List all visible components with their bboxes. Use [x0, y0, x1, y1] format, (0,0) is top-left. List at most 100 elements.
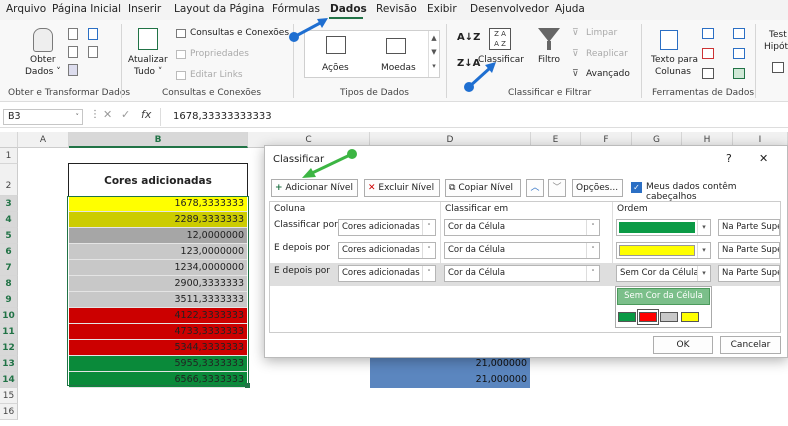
order-color-select[interactable]: ▾: [616, 219, 711, 236]
copy-level-button[interactable]: ⧉ Copiar Nível: [445, 179, 521, 197]
position-select[interactable]: Na Parte Supe: [718, 265, 780, 282]
coluna-header: Coluna: [274, 204, 306, 214]
text-to-columns-icon: [660, 30, 678, 50]
menu-inserir[interactable]: Inserir: [128, 3, 161, 15]
sort-on-select[interactable]: Cor da Célula ˅: [444, 265, 600, 282]
relationships-icon[interactable]: [733, 48, 745, 59]
cell-d13[interactable]: 21,000000: [370, 356, 530, 372]
menu-layout[interactable]: Layout da Página: [174, 3, 264, 15]
consolidate-icon[interactable]: [733, 28, 745, 39]
dropdown-swatch-red[interactable]: [639, 312, 657, 322]
web-icon[interactable]: [88, 28, 98, 40]
texto-para-label[interactable]: Texto para: [651, 55, 698, 65]
row-header[interactable]: 5: [0, 228, 18, 244]
colunas-label[interactable]: Colunas: [655, 67, 691, 77]
recent-sources-icon[interactable]: [88, 46, 98, 58]
hipotese-label[interactable]: Hipót: [764, 42, 788, 52]
avancado-button[interactable]: Avançado: [586, 69, 630, 79]
menu-pagina-inicial[interactable]: Página Inicial: [52, 3, 121, 15]
table-icon[interactable]: [68, 46, 78, 58]
reaplicar-button[interactable]: Reaplicar: [586, 49, 628, 59]
sort-az-icon[interactable]: A↓Z: [457, 32, 480, 43]
cancel-button[interactable]: Cancelar: [720, 336, 781, 354]
move-up-button[interactable]: ︿: [526, 179, 544, 197]
teste-label[interactable]: Test: [769, 30, 787, 40]
flash-fill-icon[interactable]: [702, 28, 714, 39]
row-header[interactable]: 2: [0, 164, 18, 196]
menu-ajuda[interactable]: Ajuda: [555, 3, 585, 15]
name-box[interactable]: B3 ˅: [3, 109, 83, 125]
data-validation-icon[interactable]: [702, 68, 714, 79]
menu-revisao[interactable]: Revisão: [376, 3, 417, 15]
dropdown-option-no-color[interactable]: Sem Cor da Célula: [617, 288, 710, 305]
acoes-button[interactable]: Ações: [322, 63, 349, 73]
existing-connections-icon[interactable]: [68, 64, 78, 76]
moedas-button[interactable]: Moedas: [381, 63, 416, 73]
text-file-icon[interactable]: [68, 28, 78, 40]
headers-checkbox[interactable]: ✓: [631, 182, 642, 193]
row-header[interactable]: 6: [0, 244, 18, 260]
header-cell-b2[interactable]: Cores adicionadas manualmente: [68, 163, 248, 221]
row-header[interactable]: 12: [0, 340, 18, 356]
position-select[interactable]: Na Parte Supe: [718, 219, 780, 236]
row-header[interactable]: 14: [0, 372, 18, 388]
row-header[interactable]: 8: [0, 276, 18, 292]
group-separator: [755, 24, 756, 98]
select-all-corner[interactable]: [0, 132, 18, 148]
row-header[interactable]: 15: [0, 388, 18, 404]
dropdown-swatch-green[interactable]: [618, 312, 636, 322]
help-button[interactable]: ?: [726, 152, 732, 165]
column-header-a[interactable]: A: [18, 132, 69, 148]
sort-on-select[interactable]: Cor da Célula ˅: [444, 242, 600, 259]
ok-button[interactable]: OK: [653, 336, 713, 354]
row-header[interactable]: 16: [0, 404, 18, 420]
limpar-button[interactable]: Limpar: [586, 28, 617, 38]
editar-links-button[interactable]: Editar Links: [190, 70, 243, 80]
fill-handle[interactable]: [245, 383, 250, 388]
propriedades-button[interactable]: Propriedades: [190, 49, 249, 59]
close-button[interactable]: ✕: [759, 152, 768, 165]
data-model-icon[interactable]: [733, 68, 745, 79]
atualizar-label2[interactable]: Tudo ˅: [134, 67, 162, 77]
move-down-button[interactable]: ﹀: [548, 179, 566, 197]
filtro-button[interactable]: Filtro: [538, 55, 560, 65]
chevron-down-icon[interactable]: ˅: [76, 110, 80, 124]
consultas-button[interactable]: Consultas e Conexões: [190, 28, 289, 38]
column-header-b[interactable]: B: [69, 132, 248, 148]
row-header[interactable]: 3: [0, 196, 18, 212]
gallery-scroll[interactable]: ▲ ▼ ▾: [428, 31, 439, 77]
row-header[interactable]: 7: [0, 260, 18, 276]
column-select[interactable]: Cores adicionadas ˅: [338, 242, 436, 259]
menu-exibir[interactable]: Exibir: [427, 3, 457, 15]
options-button[interactable]: Opções...: [572, 179, 623, 197]
atualizar-label[interactable]: Atualizar: [128, 55, 168, 65]
row-header[interactable]: 9: [0, 292, 18, 308]
sort-on-select[interactable]: Cor da Célula ˅: [444, 219, 600, 236]
dropdown-swatch-gray[interactable]: [660, 312, 678, 322]
position-select[interactable]: Na Parte Supe: [718, 242, 780, 259]
row-header[interactable]: 1: [0, 148, 18, 164]
row-header[interactable]: 11: [0, 324, 18, 340]
cancel-icon[interactable]: ✕: [103, 108, 112, 121]
menu-arquivo[interactable]: Arquivo: [6, 3, 46, 15]
check-icon[interactable]: ✓: [121, 108, 130, 121]
obter-dados-label2[interactable]: Dados ˅: [25, 67, 61, 77]
order-select[interactable]: Sem Cor da Célula ▾: [616, 265, 711, 282]
dropdown-swatch-yellow[interactable]: [681, 312, 699, 322]
formula-input[interactable]: 1678,33333333333: [160, 108, 788, 126]
headers-checkbox-label[interactable]: Meus dados contêm cabeçalhos: [646, 182, 787, 202]
row-header[interactable]: 13: [0, 356, 18, 372]
annotation-arrow-add-level: [302, 149, 357, 178]
function-icon[interactable]: fx: [141, 108, 151, 121]
cell-d14[interactable]: 21,000000: [370, 372, 530, 388]
menu-desenvolvedor[interactable]: Desenvolvedor: [470, 3, 549, 15]
ordem-header: Ordem: [617, 204, 648, 214]
remove-duplicates-icon[interactable]: [702, 48, 714, 59]
obter-dados-label[interactable]: Obter: [30, 55, 56, 65]
row-header[interactable]: 4: [0, 212, 18, 228]
row-header[interactable]: 10: [0, 308, 18, 324]
column-select[interactable]: Cores adicionadas ˅: [338, 265, 436, 282]
order-color-select[interactable]: ▾: [616, 242, 711, 259]
delete-level-button[interactable]: ✕ Excluir Nível: [364, 179, 440, 197]
column-select[interactable]: Cores adicionadas ˅: [338, 219, 436, 236]
